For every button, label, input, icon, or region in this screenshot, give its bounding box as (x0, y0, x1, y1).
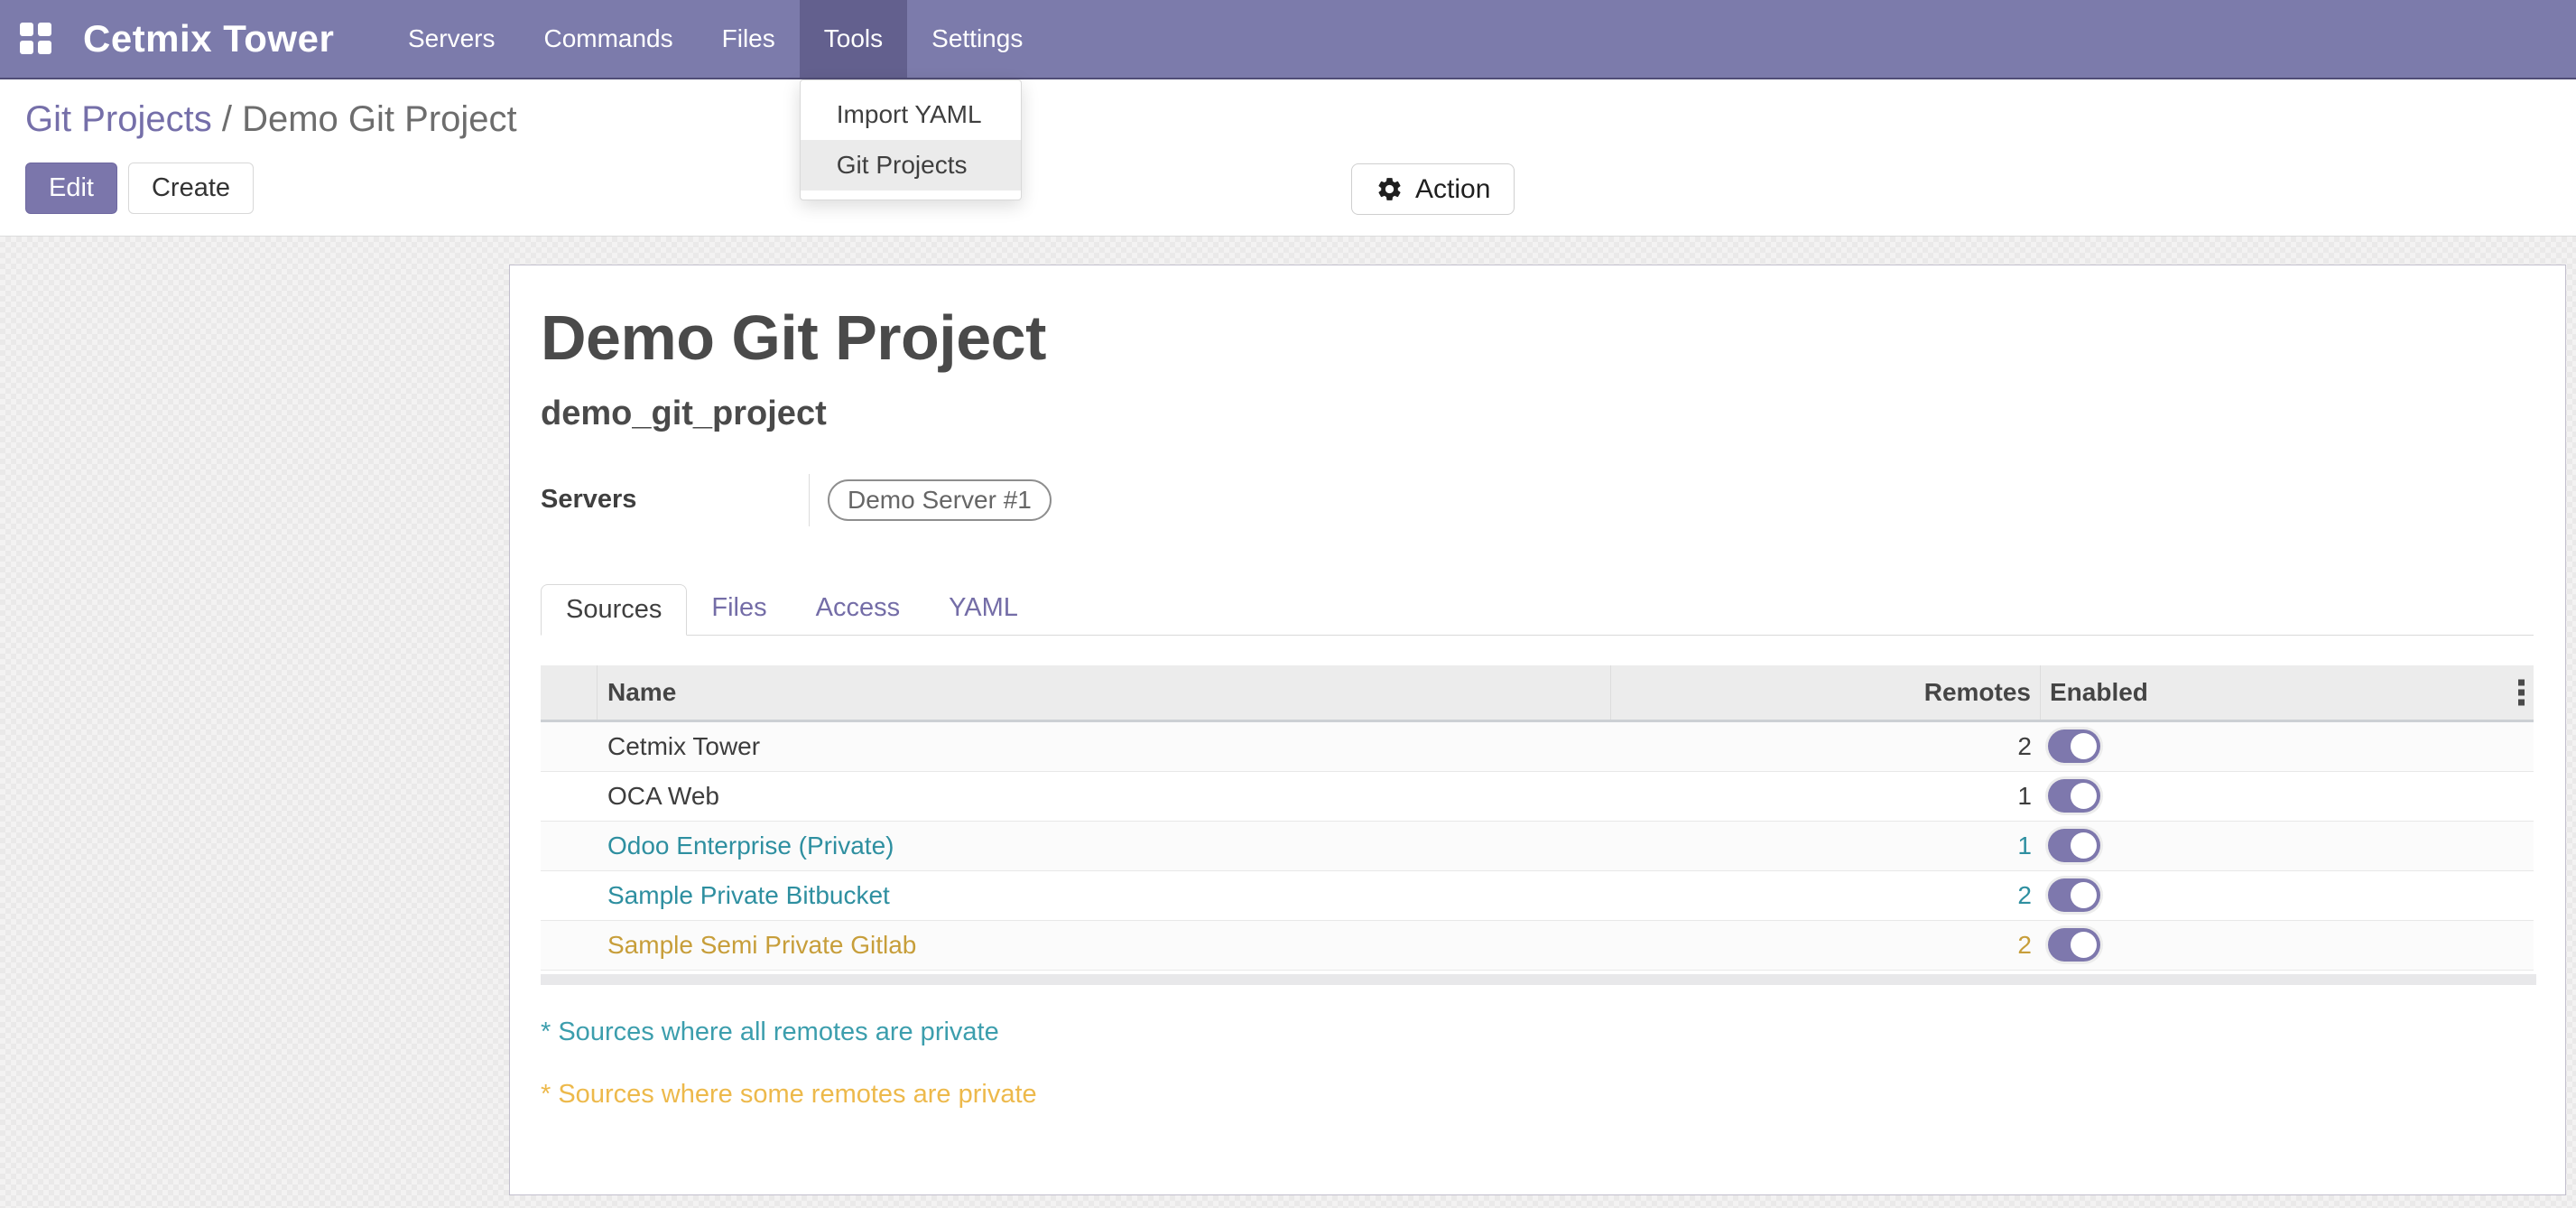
legend-all-private: * Sources where all remotes are private (541, 1018, 2534, 1047)
optional-columns-icon[interactable] (2515, 675, 2528, 709)
apps-grid-icon[interactable] (20, 23, 52, 55)
record-title: Demo Git Project (541, 305, 2534, 372)
table-row[interactable]: Odoo Enterprise (Private) 1 (541, 822, 2534, 871)
horizontal-scrollbar[interactable] (541, 974, 2536, 985)
dropdown-item-git-projects[interactable]: Git Projects (801, 140, 1021, 190)
table-row[interactable]: Cetmix Tower 2 (541, 722, 2534, 772)
form-sheet: Demo Git Project demo_git_project Server… (509, 265, 2566, 1195)
source-remotes-count: 2 (1611, 732, 2041, 761)
tab-files[interactable]: Files (687, 583, 791, 635)
create-button[interactable]: Create (128, 163, 254, 214)
top-navbar: Cetmix Tower Servers Commands Files Tool… (0, 0, 2576, 79)
source-remotes-count: 2 (1611, 931, 2041, 960)
menu-item-tools[interactable]: Tools Import YAML Git Projects (800, 0, 907, 78)
enabled-toggle[interactable] (2048, 729, 2100, 763)
enabled-toggle[interactable] (2048, 829, 2100, 862)
privacy-legend: * Sources where all remotes are private … (541, 1018, 2534, 1110)
servers-field-row: Servers Demo Server #1 (541, 473, 2534, 527)
record-buttons: Edit Create (25, 163, 254, 214)
toggle-knob (2071, 882, 2097, 908)
source-remotes-count: 1 (1611, 832, 2041, 860)
menu-item-files[interactable]: Files (698, 0, 800, 78)
table-row[interactable]: Sample Semi Private Gitlab 2 (541, 921, 2534, 971)
row-select-cell (541, 921, 598, 970)
breadcrumb-parent-link[interactable]: Git Projects (25, 99, 212, 139)
table-header-row: Name Remotes Enabled (541, 665, 2534, 722)
enabled-toggle[interactable] (2048, 928, 2100, 962)
gear-icon (1376, 175, 1404, 203)
tab-access[interactable]: Access (792, 583, 924, 635)
control-panel: Git Projects / Demo Git Project Edit Cre… (0, 79, 2576, 237)
source-name[interactable]: OCA Web (598, 782, 1611, 811)
source-name[interactable]: Sample Semi Private Gitlab (598, 931, 1611, 960)
notebook-tabs: Sources Files Access YAML (541, 583, 2534, 636)
row-select-cell (541, 871, 598, 920)
table-row[interactable]: OCA Web 1 (541, 772, 2534, 822)
menu-item-tools-label: Tools (824, 24, 883, 53)
table-row[interactable]: Sample Private Bitbucket 2 (541, 871, 2534, 921)
tools-dropdown-menu: Import YAML Git Projects (800, 79, 1022, 200)
field-separator (809, 474, 810, 526)
row-select-cell (541, 772, 598, 821)
source-name[interactable]: Odoo Enterprise (Private) (598, 832, 1611, 860)
breadcrumb-separator-glyph: / (222, 99, 232, 139)
brand-title: Cetmix Tower (83, 17, 334, 60)
servers-field-label: Servers (541, 485, 809, 515)
breadcrumb-current-label: Demo Git Project (242, 99, 517, 139)
table-header-select-column (541, 665, 598, 720)
tab-yaml[interactable]: YAML (924, 583, 1042, 635)
main-menu: Servers Commands Files Tools Import YAML… (384, 0, 1047, 78)
toggle-knob (2071, 783, 2097, 809)
menu-item-commands[interactable]: Commands (519, 0, 697, 78)
toggle-knob (2071, 932, 2097, 958)
server-tag[interactable]: Demo Server #1 (828, 479, 1052, 521)
record-technical-name: demo_git_project (541, 395, 2534, 433)
enabled-toggle[interactable] (2048, 878, 2100, 912)
enabled-toggle[interactable] (2048, 779, 2100, 813)
menu-item-settings[interactable]: Settings (907, 0, 1047, 78)
row-select-cell (541, 722, 598, 771)
sources-table: Name Remotes Enabled Cetmix Tower 2 OCA … (541, 665, 2534, 985)
source-remotes-count: 1 (1611, 782, 2041, 811)
legend-some-private: * Sources where some remotes are private (541, 1080, 2534, 1110)
breadcrumb: Git Projects / Demo Git Project (25, 99, 517, 140)
toggle-knob (2071, 733, 2097, 759)
source-remotes-count: 2 (1611, 881, 2041, 910)
table-header-enabled[interactable]: Enabled (2041, 665, 2534, 720)
tab-sources[interactable]: Sources (541, 584, 687, 636)
dropdown-item-import-yaml[interactable]: Import YAML (801, 89, 1021, 140)
source-name[interactable]: Sample Private Bitbucket (598, 881, 1611, 910)
table-header-name[interactable]: Name (598, 665, 1611, 720)
table-body: Cetmix Tower 2 OCA Web 1 Odoo Enterprise… (541, 722, 2534, 971)
app-window: Cetmix Tower Servers Commands Files Tool… (0, 0, 2576, 1208)
table-header-remotes[interactable]: Remotes (1611, 665, 2041, 720)
action-menu-label: Action (1415, 174, 1490, 205)
toggle-knob (2071, 832, 2097, 859)
source-name[interactable]: Cetmix Tower (598, 732, 1611, 761)
edit-button[interactable]: Edit (25, 163, 117, 214)
row-select-cell (541, 822, 598, 870)
action-menu-button[interactable]: Action (1351, 163, 1515, 215)
menu-item-servers[interactable]: Servers (384, 0, 519, 78)
content-area: Demo Git Project demo_git_project Server… (0, 237, 2576, 1208)
